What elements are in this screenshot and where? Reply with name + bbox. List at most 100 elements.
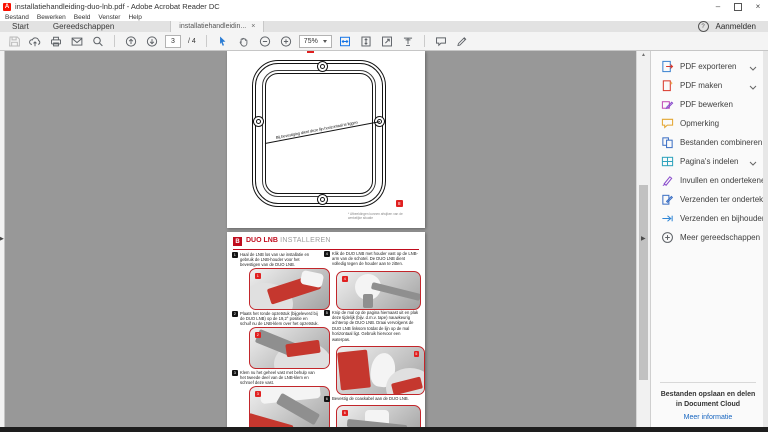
edit-pdf-icon xyxy=(661,98,674,111)
step-number: 3 xyxy=(232,370,238,376)
screw-left-icon xyxy=(253,116,264,127)
fill-sign-pen-icon xyxy=(661,174,674,187)
photo-number-badge: 2 xyxy=(255,332,261,338)
tool-export-pdf[interactable]: PDF exporteren xyxy=(651,57,763,76)
create-pdf-icon xyxy=(661,79,674,92)
page-count-label: / 4 xyxy=(188,38,196,45)
search-icon[interactable] xyxy=(90,34,106,49)
fit-width-icon[interactable] xyxy=(337,34,353,49)
sign-in-button[interactable]: Aanmelden xyxy=(716,22,756,31)
tab-bar: Start Gereedschappen installatiehandleid… xyxy=(0,21,768,32)
zoom-in-icon[interactable] xyxy=(278,34,294,49)
page-number-input[interactable]: 3 xyxy=(165,35,181,48)
step-photo-1: 1 xyxy=(249,268,330,310)
sign-pencil-icon[interactable] xyxy=(454,34,470,49)
fit-page-icon[interactable] xyxy=(358,34,374,49)
hand-tool-icon[interactable] xyxy=(236,34,252,49)
tool-label: Verzenden en bijhouden xyxy=(680,214,766,223)
tab-gereedschappen[interactable]: Gereedschappen xyxy=(41,21,126,32)
tool-create-pdf[interactable]: PDF maken xyxy=(651,76,763,95)
step-text: Klik de DUO LNB met houder vast op de LN… xyxy=(332,251,419,267)
window-controls: – × xyxy=(708,0,768,13)
tool-edit-pdf[interactable]: PDF bewerken xyxy=(651,95,763,114)
tools-panel-collapse-icon[interactable]: ▶ xyxy=(641,236,646,242)
step-photo-3: 3 xyxy=(249,386,330,432)
tool-label: Bestanden combineren xyxy=(680,138,762,147)
window-title: installatiehandleiding-duo-lnb.pdf - Ado… xyxy=(15,2,708,11)
scroll-up-icon[interactable]: ▲ xyxy=(637,51,650,60)
fullscreen-icon[interactable] xyxy=(379,34,395,49)
section-title: DUO LNB INSTALLEREN xyxy=(246,237,331,244)
comment-bubble-icon xyxy=(661,117,674,130)
tab-document-active[interactable]: installatiehandleidin... × xyxy=(170,21,264,32)
print-icon[interactable] xyxy=(48,34,64,49)
tab-close-icon[interactable]: × xyxy=(251,23,255,30)
chevron-down-icon[interactable] xyxy=(749,77,757,95)
tool-label: PDF maken xyxy=(680,81,722,90)
screw-bottom-icon xyxy=(317,194,328,205)
next-page-icon[interactable] xyxy=(144,34,160,49)
section-title-strong: DUO LNB xyxy=(246,237,278,244)
minimize-button[interactable]: – xyxy=(708,0,728,13)
step-number: 2 xyxy=(232,311,238,317)
menu-beeld[interactable]: Beeld xyxy=(74,14,91,21)
tool-send-track[interactable]: Verzenden en bijhouden xyxy=(651,209,763,228)
photo-number-badge: 5 xyxy=(414,351,420,357)
tool-label: PDF exporteren xyxy=(680,62,736,71)
tab-document-label: installatiehandleidin... xyxy=(179,23,246,30)
zoom-out-icon[interactable] xyxy=(257,34,273,49)
tool-organize-pages[interactable]: Pagina's indelen xyxy=(651,152,763,171)
screw-top-icon xyxy=(317,61,328,72)
panel-scrollbar[interactable] xyxy=(763,51,768,432)
tabbar-right-group: ? Aanmelden xyxy=(698,21,768,32)
tool-more-tools[interactable]: Meer gereedschappen xyxy=(651,228,763,247)
tools-list: PDF exporteren PDF maken PDF bewerken xyxy=(651,57,763,247)
navigation-pane-expand-icon[interactable]: ▶ xyxy=(0,237,4,242)
scrollbar-thumb[interactable] xyxy=(639,185,648,380)
tool-label: Opmerking xyxy=(680,119,719,128)
organize-pages-icon xyxy=(661,155,674,168)
menu-venster[interactable]: Venster xyxy=(98,14,120,21)
toolbar-separator xyxy=(114,35,115,47)
step-text: Bevestig de coaxkabel aan de DUO LNB. xyxy=(332,396,417,401)
page-number-badge: 8 xyxy=(396,200,403,207)
comment-icon[interactable] xyxy=(433,34,449,49)
photo-number-badge: 6 xyxy=(342,410,348,416)
tool-fill-sign[interactable]: Invullen en ondertekenen xyxy=(651,171,763,190)
step-number: 6 xyxy=(324,396,330,402)
close-button[interactable]: × xyxy=(748,0,768,13)
step-photo-4: 4 xyxy=(336,271,421,310)
save-icon[interactable] xyxy=(6,34,22,49)
email-icon[interactable] xyxy=(69,34,85,49)
menu-help[interactable]: Help xyxy=(128,14,141,21)
menu-bewerken[interactable]: Bewerken xyxy=(37,14,66,21)
chevron-down-icon[interactable] xyxy=(749,58,757,76)
tool-label: Pagina's indelen xyxy=(680,157,738,166)
zoom-level-dropdown[interactable]: 75% xyxy=(299,35,332,48)
pdf-page-1: Bij bevestiging dient deze lijn horizont… xyxy=(227,51,425,228)
tool-label: Invullen en ondertekenen xyxy=(680,176,768,185)
previous-page-icon[interactable] xyxy=(123,34,139,49)
section-badge: B xyxy=(233,237,242,246)
tool-label: Meer gereedschappen xyxy=(680,233,760,242)
zoom-level-value: 75% xyxy=(304,38,318,45)
step-number: 4 xyxy=(324,251,330,257)
share-cloud-icon[interactable] xyxy=(27,34,43,49)
toolbar-separator xyxy=(206,35,207,47)
maximize-button[interactable] xyxy=(728,0,748,13)
tool-combine-files[interactable]: Bestanden combineren xyxy=(651,133,763,152)
select-tool-icon[interactable] xyxy=(215,34,231,49)
step-text: Klem nu het geheel vast met behulp van h… xyxy=(240,370,319,386)
footnote-text: * Afbeeldingen kunnen afwijken van de we… xyxy=(348,212,414,220)
tool-send-for-signature[interactable]: Verzenden ter ondertekening xyxy=(651,190,763,209)
more-info-link[interactable]: Meer informatie xyxy=(660,414,756,421)
menu-bestand[interactable]: Bestand xyxy=(5,14,29,21)
help-icon[interactable]: ? xyxy=(698,21,709,32)
cloud-footer-text: Bestanden opslaan en delen in Document C… xyxy=(660,390,756,409)
tool-comment[interactable]: Opmerking xyxy=(651,114,763,133)
reading-mode-icon[interactable] xyxy=(400,34,416,49)
chevron-down-icon[interactable] xyxy=(749,153,757,171)
export-pdf-icon xyxy=(661,60,674,73)
tab-start[interactable]: Start xyxy=(0,21,41,32)
pdf-page-2: B DUO LNB INSTALLEREN 1 Haal de LNB los … xyxy=(227,232,425,432)
